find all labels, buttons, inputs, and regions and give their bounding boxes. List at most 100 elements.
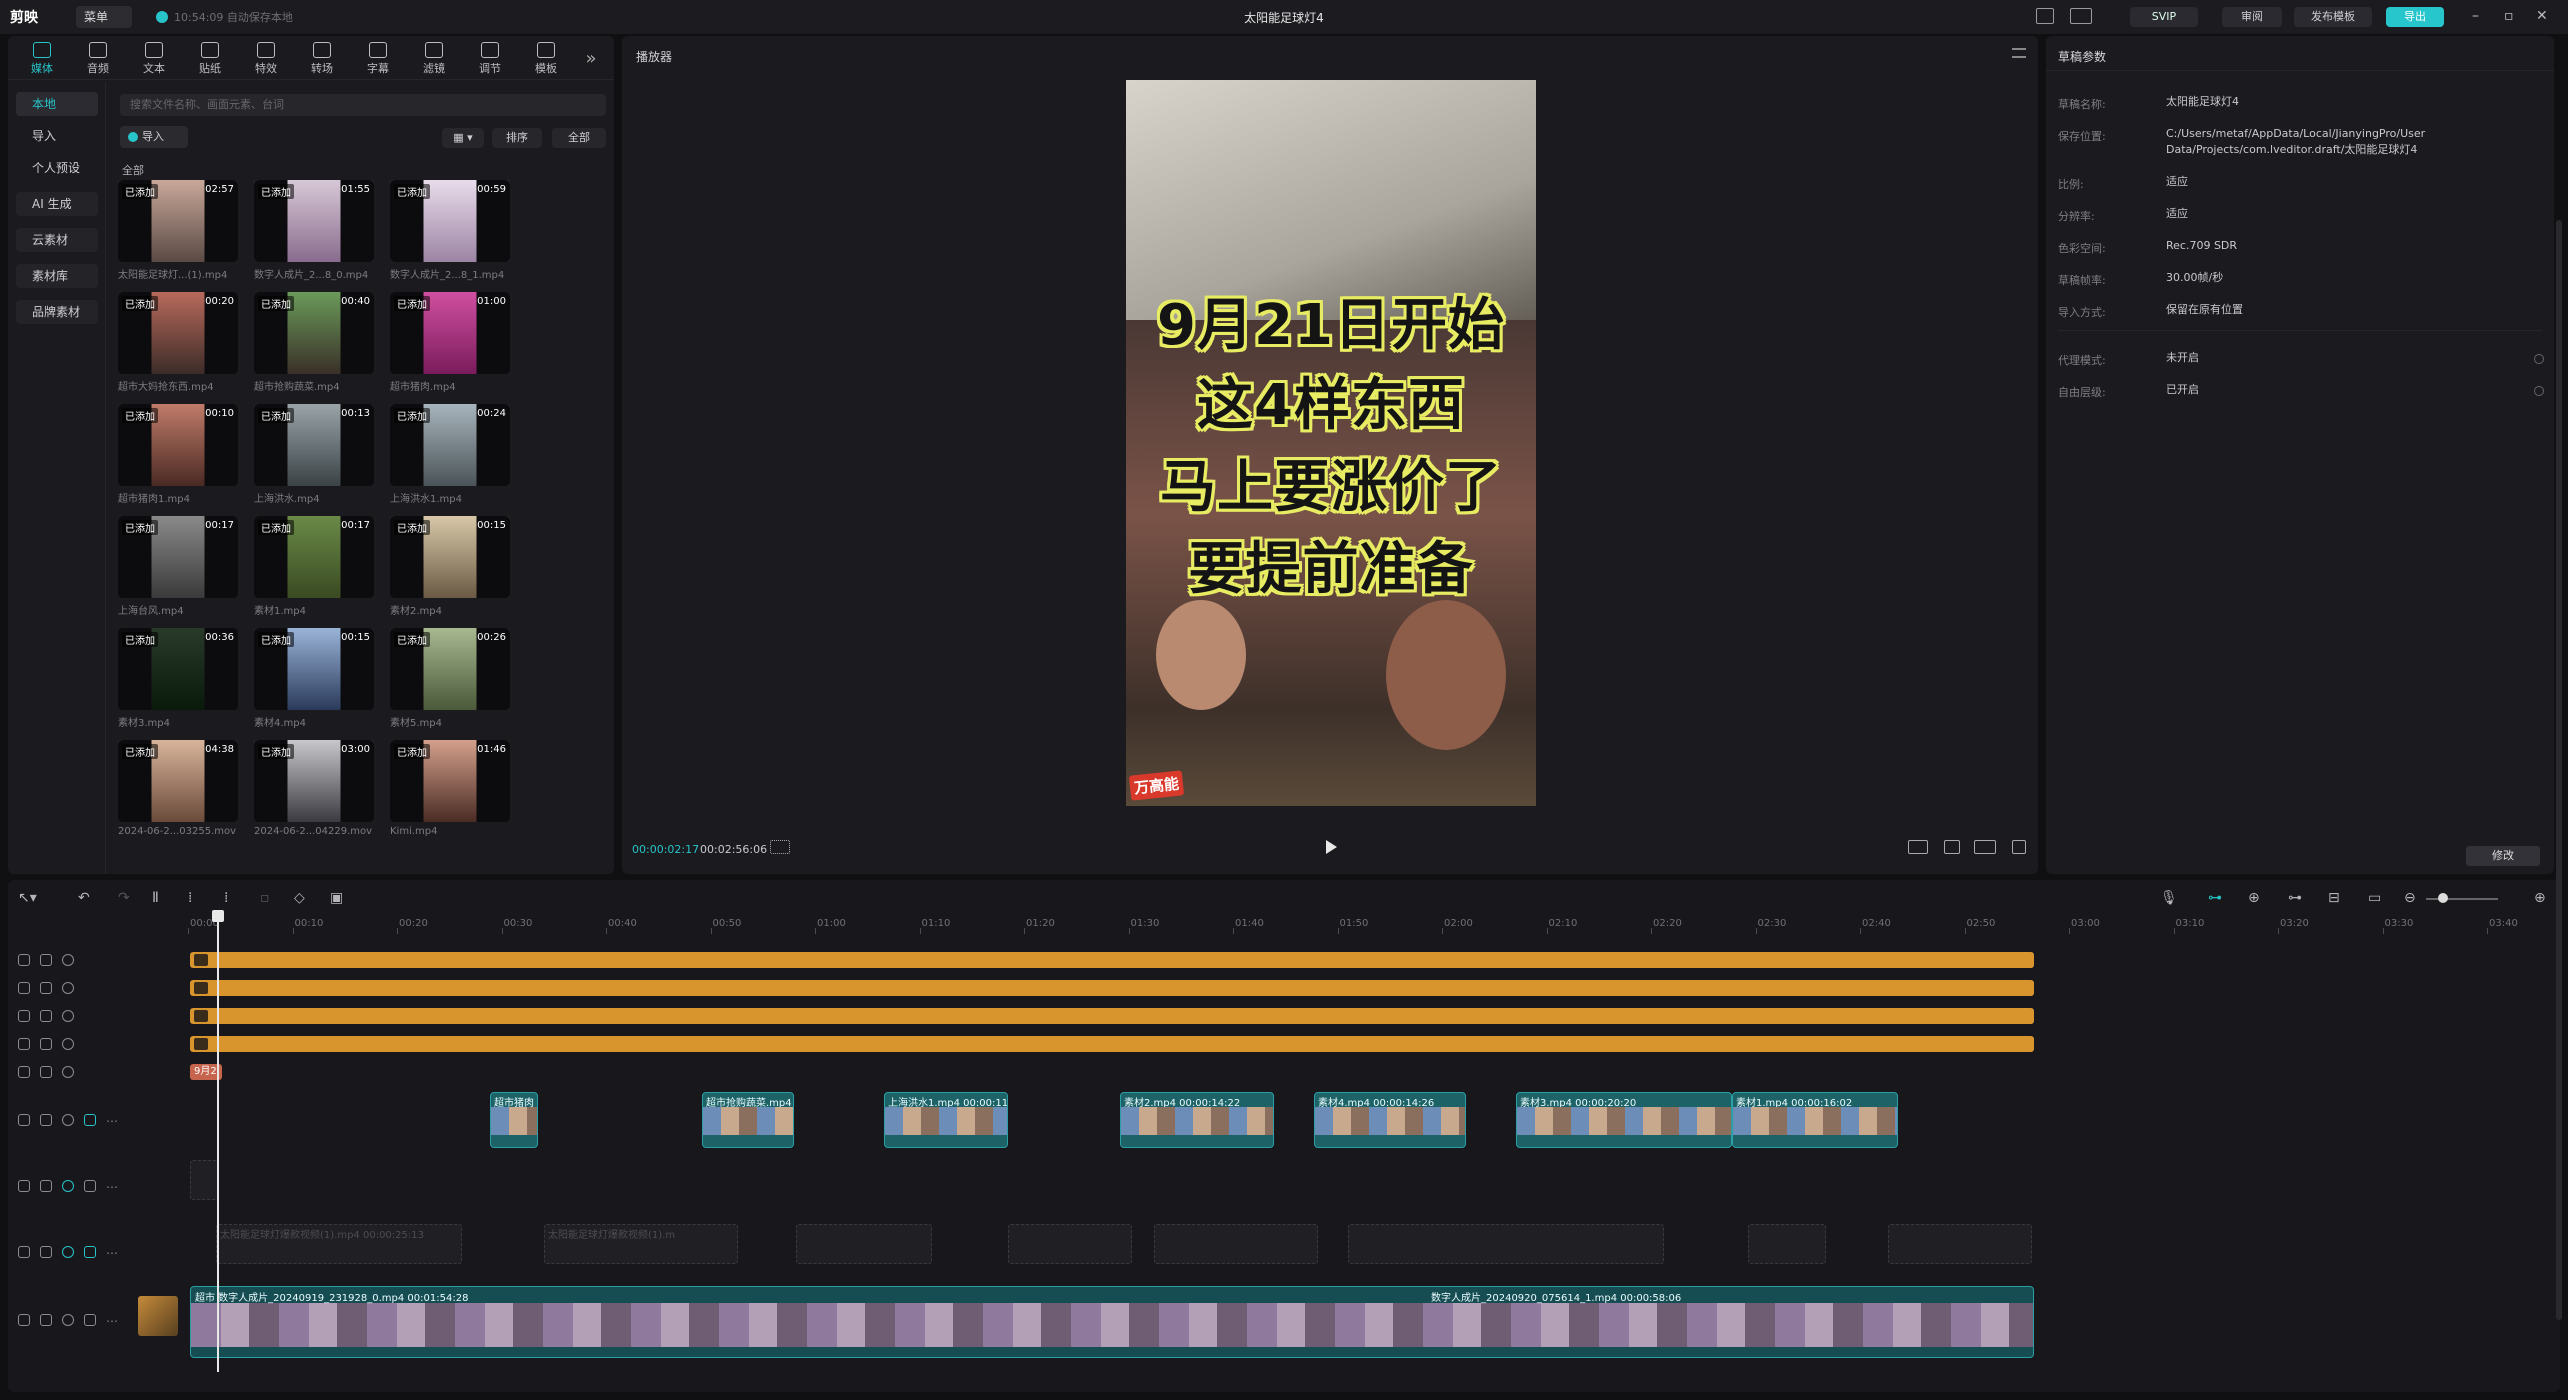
main-video-track[interactable]: 超市 数字人成片_20240919_231928_0.mp4 00:01:54:… <box>190 1286 2034 1358</box>
zoom-out-icon[interactable]: ⊖ <box>2404 890 2416 906</box>
media-card[interactable]: 已添加 00:40 超市抢购蔬菜.mp4 <box>254 292 374 400</box>
media-card[interactable]: 已添加 00:36 素材3.mp4 <box>118 628 238 736</box>
media-card[interactable]: 已添加 00:10 超市猪肉1.mp4 <box>118 404 238 512</box>
media-card[interactable]: 已添加 03:00 2024-06-2...04229.mov <box>254 740 374 848</box>
more-icon[interactable]: ⋯ <box>106 1180 118 1194</box>
tab-text[interactable]: 文本 <box>126 40 182 78</box>
disabled-clip[interactable] <box>1748 1224 1826 1264</box>
lock-icon[interactable] <box>40 1180 52 1192</box>
screenshot-icon[interactable] <box>1944 840 1960 854</box>
more-icon[interactable]: ⋯ <box>106 1314 118 1328</box>
edit-button[interactable]: 修改 <box>2466 846 2540 866</box>
split-icon[interactable]: Ⅱ <box>152 890 159 906</box>
layout-switch-icon[interactable] <box>2070 8 2092 24</box>
zoom-in-icon[interactable]: ⊕ <box>2534 890 2546 906</box>
disabled-clip[interactable]: 太阳能足球灯爆款视频(1).mp4 00:00:25:13 <box>216 1224 462 1264</box>
media-card[interactable]: 已添加 00:15 素材4.mp4 <box>254 628 374 736</box>
clock-icon[interactable] <box>18 1010 30 1022</box>
review-button[interactable]: 审阅 <box>2222 7 2282 27</box>
lock-icon[interactable] <box>40 1038 52 1050</box>
search-input[interactable]: 搜索文件名称、画面元素、台词 <box>120 94 606 116</box>
media-card[interactable]: 已添加 04:38 2024-06-2...03255.mov <box>118 740 238 848</box>
lock-icon[interactable] <box>40 1246 52 1258</box>
sidebar-item-presets[interactable]: 个人预设 <box>16 156 98 180</box>
media-card[interactable]: 已添加 00:17 素材1.mp4 <box>254 516 374 624</box>
video-clip[interactable]: 素材3.mp4 00:00:20:20 <box>1516 1092 1732 1148</box>
magnet-icon[interactable]: ⊶ <box>2208 890 2222 906</box>
video-preview[interactable]: 9月21日开始 这4样东西 马上要涨价了 要提前准备 万高能 <box>1126 80 1536 806</box>
split-left-icon[interactable]: ⁞ <box>188 890 192 906</box>
export-button[interactable]: 导出 <box>2386 7 2444 27</box>
preview-axis-icon[interactable]: ⊶ <box>2288 890 2302 906</box>
volume-icon[interactable] <box>84 1314 96 1326</box>
media-card[interactable]: 已添加 01:46 Kimi.mp4 <box>390 740 510 848</box>
disabled-clip[interactable]: 太阳能足球灯爆款视频(1).m <box>544 1224 738 1264</box>
eye-icon[interactable] <box>62 1246 74 1258</box>
tab-stickers[interactable]: 贴纸 <box>182 40 238 78</box>
effect-clip[interactable] <box>190 980 2034 996</box>
eye-icon[interactable] <box>62 1066 74 1078</box>
filter-button[interactable]: 全部 <box>552 128 606 148</box>
eye-icon[interactable] <box>62 1114 74 1126</box>
crop-icon[interactable]: ▣ <box>330 890 343 906</box>
volume-icon[interactable] <box>84 1246 96 1258</box>
ratio-icon[interactable] <box>1974 840 1996 854</box>
video-clip[interactable]: 超市猪肉 <box>490 1092 538 1148</box>
media-card[interactable]: 已添加 00:26 素材5.mp4 <box>390 628 510 736</box>
disabled-clip[interactable] <box>796 1224 932 1264</box>
effect-clip[interactable] <box>190 952 2034 968</box>
player-menu-icon[interactable] <box>2012 48 2026 58</box>
volume-icon[interactable] <box>84 1114 96 1126</box>
lock-icon[interactable] <box>40 1314 52 1326</box>
publish-template-button[interactable]: 发布模板 <box>2294 7 2372 27</box>
original-size-icon[interactable] <box>1908 840 1928 854</box>
sidebar-item-ai[interactable]: AI 生成 <box>16 192 98 216</box>
clock-icon[interactable] <box>18 982 30 994</box>
help-icon[interactable] <box>2534 354 2544 364</box>
tab-filters[interactable]: 滤镜 <box>406 40 462 78</box>
sidebar-item-brand[interactable]: 品牌素材 <box>16 300 98 324</box>
media-card[interactable]: 已添加 00:20 超市大妈抢东西.mp4 <box>118 292 238 400</box>
eye-icon[interactable] <box>62 982 74 994</box>
lock-icon[interactable] <box>40 1114 52 1126</box>
sidebar-item-library[interactable]: 素材库 <box>16 264 98 288</box>
undo-icon[interactable]: ↶ <box>78 890 90 906</box>
tab-effects[interactable]: 特效 <box>238 40 294 78</box>
clock-icon[interactable] <box>18 1038 30 1050</box>
view-mode-icon[interactable]: ▦ ▾ <box>442 128 484 148</box>
link-icon[interactable]: ⊕ <box>2248 890 2260 906</box>
eye-icon[interactable] <box>62 1180 74 1192</box>
video-clip[interactable]: 超市抢购蔬菜.mp4 0 <box>702 1092 794 1148</box>
sidebar-item-import[interactable]: 导入 <box>16 124 98 148</box>
sort-button[interactable]: 排序 <box>492 128 542 148</box>
tab-adjust[interactable]: 调节 <box>462 40 518 78</box>
media-card[interactable]: 已添加 02:57 太阳能足球灯...(1).mp4 <box>118 180 238 288</box>
eye-icon[interactable] <box>62 1010 74 1022</box>
playhead[interactable] <box>217 910 219 1372</box>
tab-audio[interactable]: 音频 <box>70 40 126 78</box>
disabled-clip[interactable] <box>190 1160 218 1200</box>
delete-icon[interactable]: ▫ <box>260 890 270 906</box>
more-icon[interactable]: ⋯ <box>106 1246 118 1260</box>
tab-subtitles[interactable]: 字幕 <box>350 40 406 78</box>
timecode-toggle-icon[interactable] <box>770 840 790 854</box>
media-card[interactable]: 已添加 01:55 数字人成片_2...8_0.mp4 <box>254 180 374 288</box>
select-tool-icon[interactable]: ↖▾ <box>18 890 37 906</box>
svip-button[interactable]: SVIP <box>2130 7 2198 27</box>
eye-icon[interactable] <box>62 954 74 966</box>
disabled-clip[interactable] <box>1348 1224 1664 1264</box>
lock-icon[interactable] <box>40 954 52 966</box>
redo-icon[interactable]: ↷ <box>118 890 130 906</box>
zoom-slider[interactable] <box>2426 898 2498 900</box>
effect-clip[interactable] <box>190 1008 2034 1024</box>
media-card[interactable]: 已添加 00:15 素材2.mp4 <box>390 516 510 624</box>
more-tabs-icon[interactable]: » <box>576 40 606 78</box>
disabled-clip[interactable] <box>1154 1224 1318 1264</box>
media-card[interactable]: 已添加 00:17 上海台风.mp4 <box>118 516 238 624</box>
zoom-handle[interactable] <box>2438 893 2448 903</box>
import-button[interactable]: 导入 <box>120 126 188 148</box>
fullscreen-icon[interactable] <box>2012 840 2026 854</box>
split-right-icon[interactable]: ⁞ <box>224 890 228 906</box>
disabled-clip[interactable] <box>1008 1224 1132 1264</box>
lock-icon[interactable] <box>40 982 52 994</box>
